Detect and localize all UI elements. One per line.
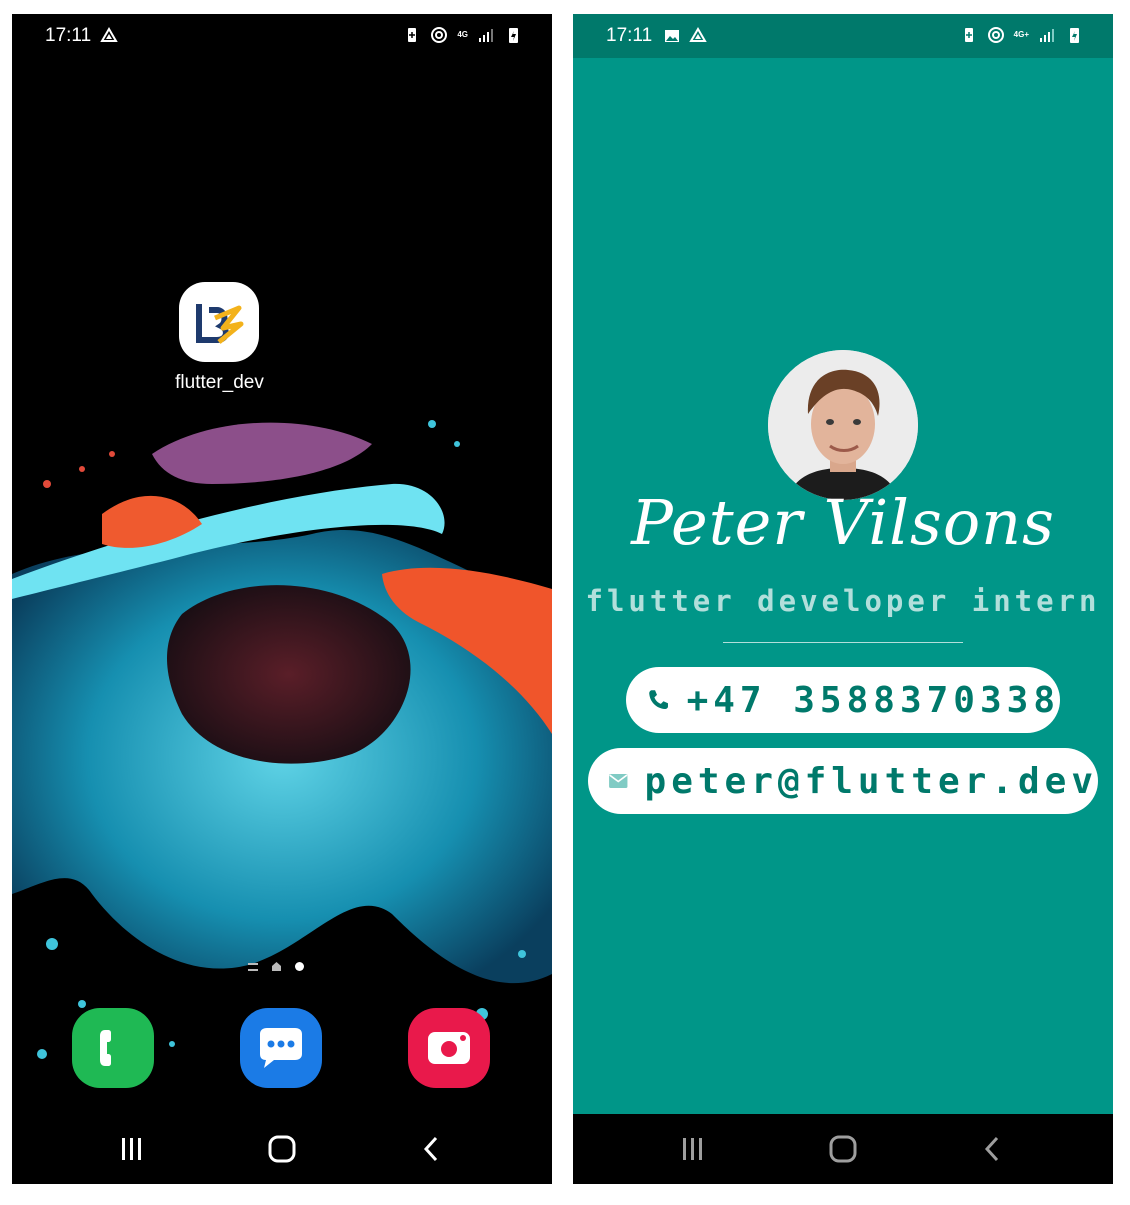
card-name: Peter Vilsons <box>631 486 1055 559</box>
back-icon[interactable] <box>973 1132 1013 1166</box>
profile-avatar <box>768 350 918 500</box>
status-bar: 17:11 4G <box>12 14 552 58</box>
phone-number: +47 3588370338 <box>686 679 1060 721</box>
signal-icon <box>479 29 493 42</box>
drive-icon <box>100 27 118 42</box>
camera-app-button[interactable] <box>408 1008 490 1088</box>
card-job-title: flutter developer intern <box>585 584 1101 618</box>
status-bar: 17:11 4G+ <box>573 14 1113 58</box>
app-label: flutter_dev <box>175 372 264 393</box>
network-type: 4G+ <box>1013 30 1029 39</box>
menu-page-icon <box>248 962 258 971</box>
hotspot-icon <box>987 27 1004 43</box>
recents-icon[interactable] <box>673 1132 713 1166</box>
drive-icon <box>689 27 707 42</box>
home-icon[interactable] <box>823 1132 863 1166</box>
hotspot-icon <box>431 27 448 43</box>
messages-icon <box>260 1028 302 1068</box>
navigation-bar <box>573 1114 1113 1184</box>
divider <box>723 642 963 643</box>
signal-icon <box>1040 29 1054 42</box>
phone-icon <box>649 690 668 710</box>
home-screen: 17:11 4G flutter_dev <box>12 14 552 1184</box>
recents-icon[interactable] <box>112 1132 152 1166</box>
network-type: 4G <box>457 30 468 39</box>
current-page-dot <box>295 962 304 971</box>
email-address: peter@flutter.dev <box>644 760 1098 802</box>
back-icon[interactable] <box>412 1132 452 1166</box>
card-app-screen: 17:11 4G+ Peter Vilsons flutter develope… <box>573 14 1113 1184</box>
battery-icon <box>1070 28 1079 43</box>
status-time: 17:11 <box>606 25 653 46</box>
bs-logo-icon <box>196 304 244 344</box>
profile-photo <box>768 350 918 500</box>
navigation-bar <box>12 1114 552 1184</box>
phone-contact-card[interactable]: +47 3588370338 <box>626 667 1060 733</box>
camera-icon <box>428 1032 470 1064</box>
battery-saver-icon <box>408 28 417 42</box>
home-page-icon <box>272 962 281 971</box>
flutter-dev-app-icon[interactable] <box>179 282 259 362</box>
email-contact-card[interactable]: peter@flutter.dev <box>588 748 1098 814</box>
email-icon <box>609 773 628 789</box>
status-time: 17:11 <box>45 25 92 46</box>
battery-saver-icon <box>964 28 973 42</box>
page-indicator[interactable] <box>248 962 304 971</box>
image-icon <box>665 30 679 42</box>
home-icon[interactable] <box>262 1132 302 1166</box>
battery-icon <box>509 28 518 43</box>
phone-icon <box>100 1030 111 1066</box>
messages-app-button[interactable] <box>240 1008 322 1088</box>
phone-app-button[interactable] <box>72 1008 154 1088</box>
